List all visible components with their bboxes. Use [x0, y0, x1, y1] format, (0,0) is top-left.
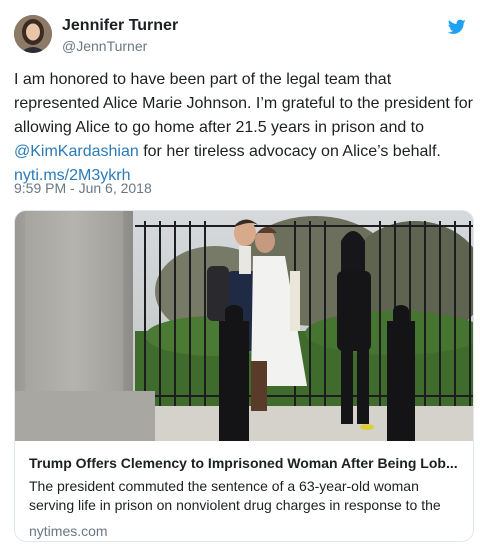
avatar[interactable]: [14, 15, 52, 53]
card-description: The president commuted the sentence of a…: [29, 478, 441, 513]
tweet-text-part: I am honored to have been part of the le…: [14, 71, 473, 136]
tweet-text: I am honored to have been part of the le…: [14, 68, 474, 188]
author-display-name[interactable]: Jennifer Turner: [62, 16, 178, 36]
profile-photo-icon: [14, 15, 52, 53]
author-names: Jennifer Turner @JennTurner: [62, 16, 178, 55]
card-domain: nytimes.com: [29, 523, 108, 539]
card-body[interactable]: Trump Offers Clemency to Imprisoned Woma…: [15, 442, 473, 541]
card-title[interactable]: Trump Offers Clemency to Imprisoned Woma…: [29, 454, 461, 472]
tweet-timestamp[interactable]: 9:59 PM - Jun 6, 2018: [14, 180, 152, 196]
card-photo[interactable]: [15, 211, 473, 441]
tweet-text-part: for her tireless advocacy on Alice’s beh…: [138, 143, 441, 160]
author-handle[interactable]: @JennTurner: [62, 37, 178, 55]
link-preview-card[interactable]: Trump Offers Clemency to Imprisoned Woma…: [14, 210, 474, 542]
tweet-card: Jennifer Turner @JennTurner I am honored…: [0, 0, 480, 548]
mention-link[interactable]: @KimKardashian: [14, 143, 139, 160]
article-photo-image: [15, 211, 473, 441]
twitter-bird-icon[interactable]: [448, 19, 466, 35]
tweet-header: Jennifer Turner @JennTurner: [14, 15, 466, 59]
